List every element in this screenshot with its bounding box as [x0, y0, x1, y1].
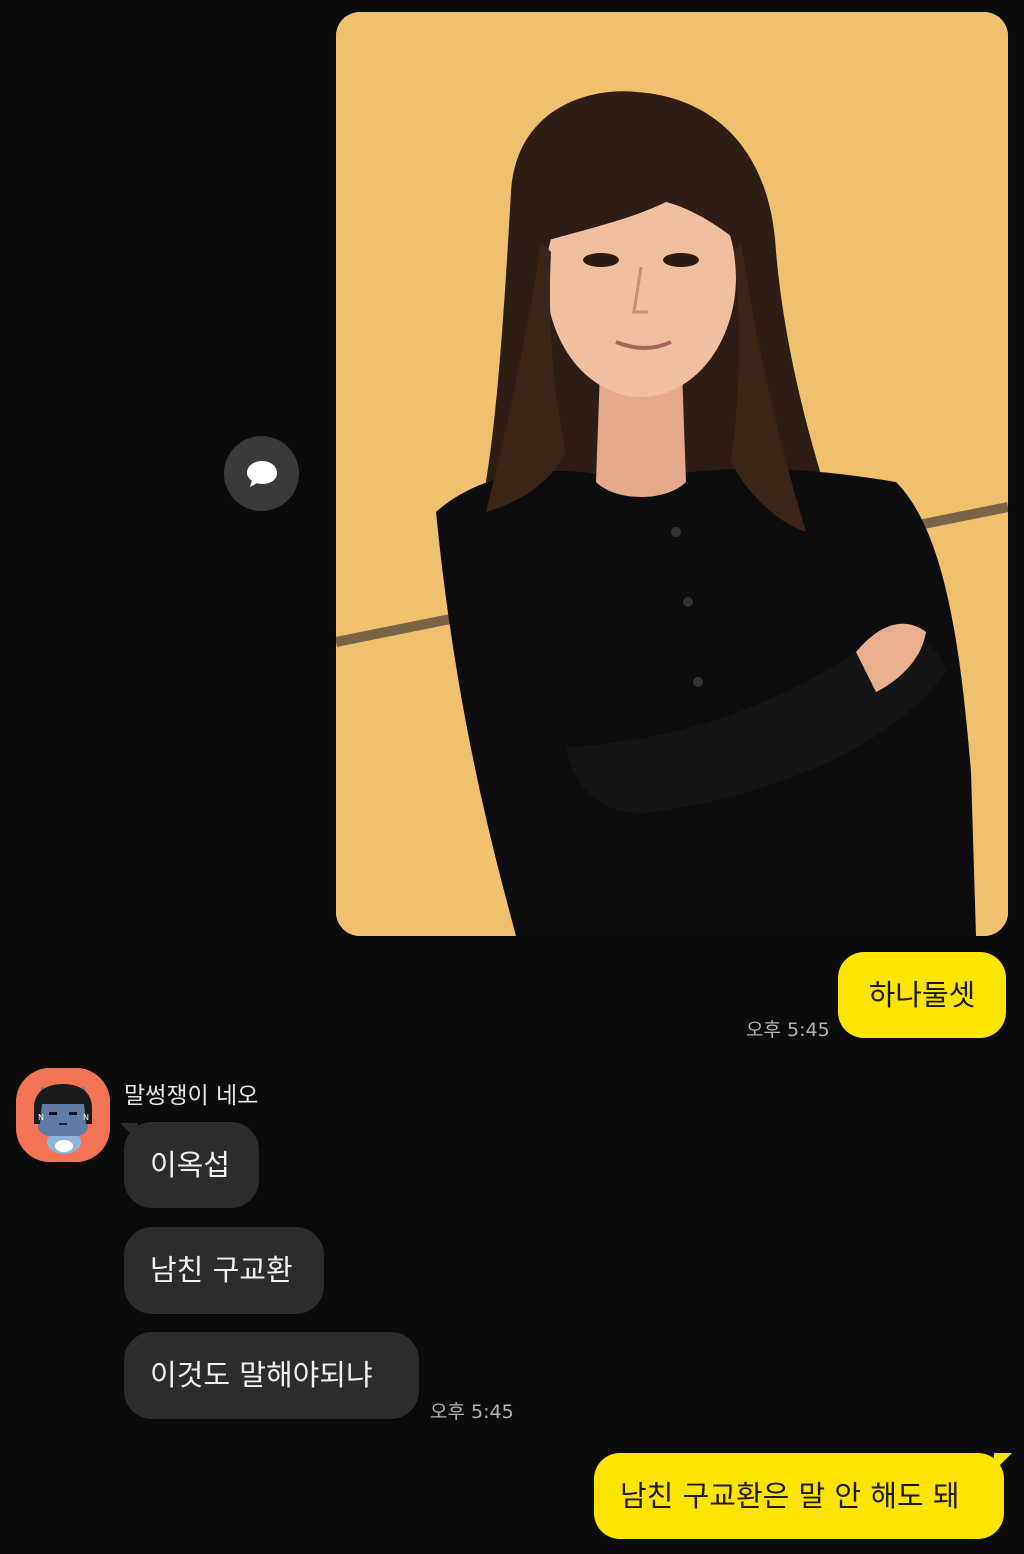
their-message-bubble[interactable]: 이옥섭 [124, 1122, 259, 1208]
avatar[interactable]: N N [16, 1068, 110, 1162]
their-message-bubble[interactable]: 남친 구교환 [124, 1227, 324, 1314]
message-text: 남친 구교환은 말 안 해도 돼 [620, 1478, 960, 1513]
chat-screen: 하나둘셋 오후 5:45 N N 말썽쟁이 네오 이옥섭 남친 구교환 이것도 … [0, 0, 1024, 1554]
neo-character-avatar: N N [16, 1068, 110, 1162]
message-text: 이것도 말해야되냐 [150, 1358, 373, 1392]
sender-name: 말썽쟁이 네오 [124, 1083, 259, 1109]
message-text: 남친 구교환 [150, 1253, 293, 1287]
message-time: 오후 5:45 [430, 1401, 514, 1423]
message-text: 이옥섭 [150, 1147, 231, 1182]
their-message-bubble[interactable]: 이것도 말해야되냐 [124, 1332, 419, 1419]
bubble-tail [994, 1453, 1012, 1471]
my-message-bubble[interactable]: 남친 구교환은 말 안 해도 돼 [594, 1453, 1004, 1539]
svg-text:N: N [38, 1113, 44, 1122]
sent-photo[interactable] [336, 12, 1008, 936]
share-button[interactable] [224, 436, 299, 511]
svg-text:N: N [83, 1113, 89, 1122]
my-message-bubble[interactable]: 하나둘셋 [838, 952, 1006, 1038]
message-text: 하나둘셋 [868, 977, 976, 1012]
portrait-photo [336, 12, 1008, 936]
speech-bubble-icon [246, 460, 277, 487]
message-time: 오후 5:45 [746, 1019, 830, 1041]
